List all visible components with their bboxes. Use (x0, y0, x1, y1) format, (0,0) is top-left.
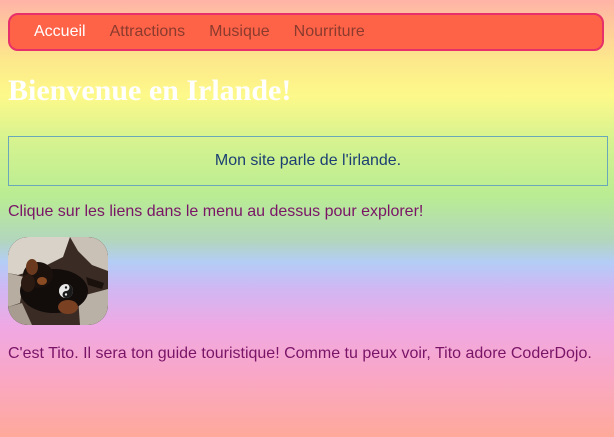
dog-photo-illustration (8, 237, 108, 325)
intro-box: Mon site parle de l'irlande. (8, 136, 608, 186)
main-nav: Accueil Attractions Musique Nourriture (8, 13, 604, 51)
tito-dog-photo (8, 237, 108, 325)
page-title: Bienvenue en Irlande! (8, 74, 292, 107)
nav-item-musique[interactable]: Musique (197, 13, 281, 51)
intro-text: Mon site parle de l'irlande. (214, 152, 402, 169)
nav-item-accueil[interactable]: Accueil (22, 13, 98, 51)
nav-item-attractions[interactable]: Attractions (98, 13, 198, 51)
instruction-text: Clique sur les liens dans le menu au des… (8, 203, 424, 220)
tito-caption: C'est Tito. Il sera ton guide touristiqu… (8, 345, 592, 362)
nav-item-nourriture[interactable]: Nourriture (282, 13, 377, 51)
